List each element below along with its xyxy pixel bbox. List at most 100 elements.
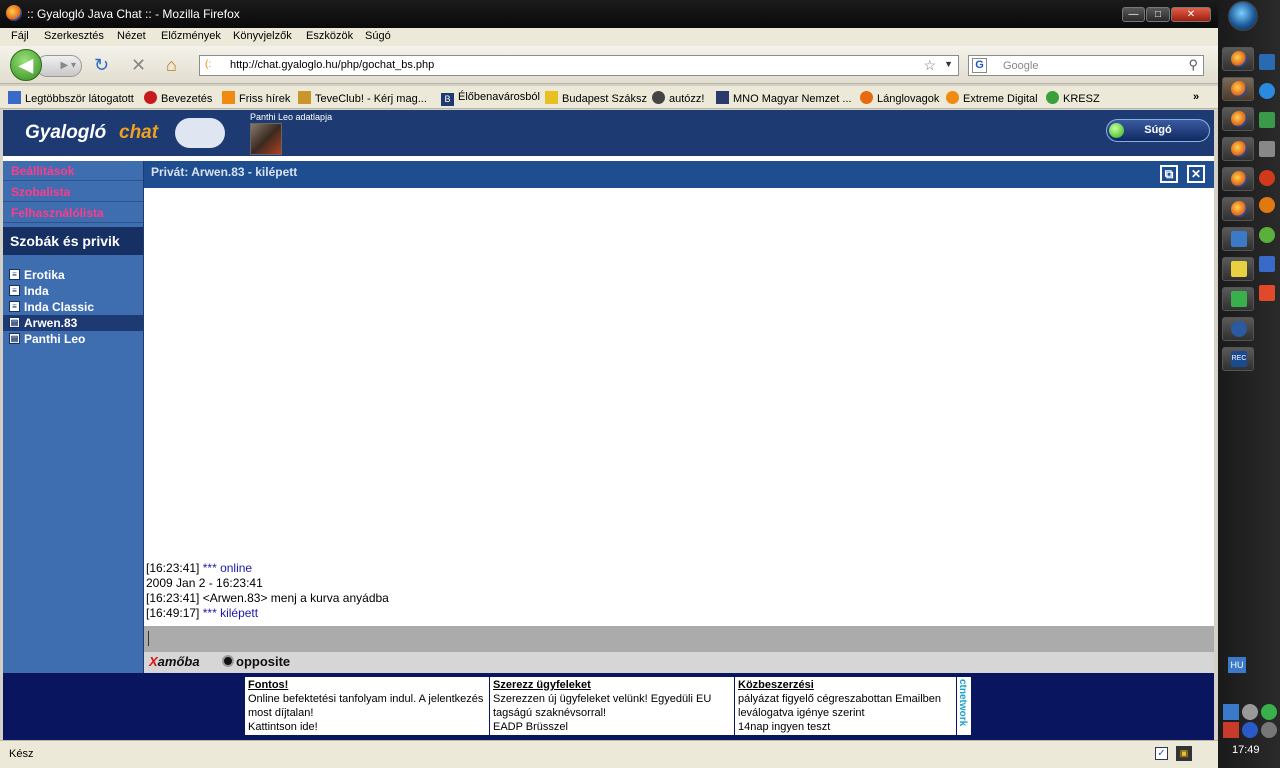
tray-icon[interactable]	[1223, 704, 1239, 720]
taskbar-firefox-window[interactable]	[1222, 47, 1254, 71]
contacts-icon[interactable]	[1259, 112, 1275, 128]
menu-tools[interactable]: Eszközök	[306, 30, 353, 42]
private-item-panthi-leo[interactable]: ▤ Panthi Leo	[3, 331, 143, 347]
network-icon[interactable]	[1242, 722, 1258, 738]
bookmark-item[interactable]: Extreme Digital	[946, 91, 1038, 105]
private-item-arwen83[interactable]: ▤ Arwen.83	[3, 315, 143, 331]
taskbar-firefox-window[interactable]	[1222, 167, 1254, 191]
room-item-inda[interactable]: ≡ Inda	[3, 283, 143, 299]
app-shortcut-icon[interactable]	[1259, 227, 1275, 243]
taskbar-app-window[interactable]	[1222, 317, 1254, 341]
logo-text-accent: chat	[119, 122, 159, 143]
back-button[interactable]: ◀	[10, 49, 42, 81]
opposite-game-link[interactable]: opposite	[222, 654, 290, 669]
site-logo[interactable]: Gyalogló chat	[15, 116, 229, 152]
sidebar-link-roomlist[interactable]: Szobalista	[3, 182, 143, 202]
windows-taskbar: REC HU 17:49	[1218, 0, 1280, 768]
menu-bookmarks[interactable]: Könyvjelzők	[233, 30, 292, 42]
message-list: [16:23:41] *** online 2009 Jan 2 - 16:23…	[146, 561, 1206, 621]
menu-history[interactable]: Előzmények	[161, 30, 221, 42]
message-input[interactable]	[144, 626, 1214, 652]
firefox-shortcut-icon[interactable]	[1259, 197, 1275, 213]
close-chat-icon[interactable]: ✕	[1187, 165, 1205, 183]
volume-icon[interactable]	[1261, 722, 1277, 738]
firefox-icon	[1231, 171, 1247, 187]
rooms-heading: Szobák és privik	[3, 227, 143, 255]
bookmark-item[interactable]: B Élőbenavárosból	[441, 91, 540, 106]
sidebar-link-settings[interactable]: Beállítások	[3, 161, 143, 181]
home-icon[interactable]: ⌂	[166, 56, 177, 74]
google-engine-icon[interactable]: G	[972, 58, 987, 73]
restore-window-icon[interactable]: ⧉	[1160, 165, 1178, 183]
profile-avatar[interactable]	[250, 123, 282, 155]
checkbox-status-icon[interactable]: ✓	[1155, 747, 1168, 760]
drive-icon[interactable]	[1259, 141, 1275, 157]
bookmark-item[interactable]: KRESZ	[1046, 91, 1100, 105]
chat-title: Privát: Arwen.83 - kilépett	[151, 165, 298, 179]
show-desktop-icon[interactable]	[1259, 54, 1275, 70]
amoba-game-link[interactable]: Xamőba	[149, 654, 200, 669]
addon-status-icon[interactable]: ▣	[1176, 746, 1192, 761]
bookmark-item[interactable]: Lánglovagok	[860, 91, 939, 105]
ad-network-label[interactable]: ctnetwork	[957, 677, 971, 735]
sidebar-link-userlist[interactable]: Felhasználólista	[3, 203, 143, 223]
bookmark-item[interactable]: autózz!	[652, 91, 704, 105]
search-shortcut-icon[interactable]	[1259, 256, 1275, 272]
rss-icon	[222, 91, 235, 104]
menu-help[interactable]: Súgó	[365, 30, 391, 42]
private-chat-icon: ▤	[9, 317, 20, 328]
room-item-inda-classic[interactable]: ≡ Inda Classic	[3, 299, 143, 315]
bookmark-item[interactable]: Friss hírek	[222, 91, 290, 105]
bookmark-item[interactable]: Legtöbbször látogatott	[8, 91, 134, 105]
media-player-icon	[1231, 321, 1247, 337]
taskbar-firefox-window[interactable]	[1222, 107, 1254, 131]
app-shortcut-icon[interactable]	[1259, 285, 1275, 301]
room-icon: ≡	[9, 301, 20, 312]
profile-label[interactable]: Panthi Leo adatlapja	[250, 112, 332, 122]
forward-button[interactable]: ▶ ▾	[36, 55, 82, 77]
bookmark-icon	[8, 91, 21, 104]
shield-icon[interactable]	[1223, 722, 1239, 738]
taskbar-app-window[interactable]	[1222, 287, 1254, 311]
url-bar[interactable]: (: http://chat.gyaloglo.hu/php/gochat_bs…	[199, 55, 959, 76]
help-button[interactable]: Súgó	[1106, 119, 1210, 142]
language-indicator[interactable]: HU	[1228, 657, 1246, 673]
site-favicon-icon: (:	[205, 59, 212, 70]
internet-explorer-icon[interactable]	[1259, 83, 1275, 99]
app-shortcut-icon[interactable]	[1259, 170, 1275, 186]
stop-icon[interactable]: ✕	[131, 56, 146, 74]
url-dropdown-icon[interactable]: ▼	[944, 59, 953, 69]
close-button[interactable]: ✕	[1171, 7, 1211, 22]
bookmark-item[interactable]: MNO Magyar Nemzet ...	[716, 91, 852, 105]
taskbar-firefox-window[interactable]	[1222, 197, 1254, 221]
reload-icon[interactable]: ↻	[94, 56, 109, 74]
ad-box[interactable]: Fontos! Online befektetési tanfolyam indu…	[245, 677, 490, 735]
search-icon[interactable]: ⚲	[1188, 57, 1198, 73]
bookmark-star-icon[interactable]: ☆	[923, 57, 936, 74]
taskbar-app-window[interactable]	[1222, 227, 1254, 251]
bookmark-item[interactable]: Bevezetés	[144, 91, 212, 105]
menu-file[interactable]: Fájl	[11, 30, 29, 42]
ad-box[interactable]: Szerezz ügyfeleket Szerezzen új ügyfeleke…	[490, 677, 735, 735]
taskbar-app-window[interactable]	[1222, 257, 1254, 281]
ad-box[interactable]: Közbeszerzési pályázat figyelő cégreszabo…	[735, 677, 957, 735]
tray-icon[interactable]	[1242, 704, 1258, 720]
bookmark-icon	[946, 91, 959, 104]
bookmark-item[interactable]: TeveClub! - Kérj mag...	[298, 91, 427, 105]
start-button[interactable]	[1228, 1, 1258, 31]
bookmark-icon	[716, 91, 729, 104]
taskbar-app-window[interactable]: REC	[1222, 347, 1254, 371]
taskbar-firefox-window-active[interactable]	[1222, 77, 1254, 101]
taskbar-firefox-window[interactable]	[1222, 137, 1254, 161]
clock[interactable]: 17:49	[1232, 744, 1260, 756]
menu-view[interactable]: Nézet	[117, 30, 146, 42]
tray-icon[interactable]	[1261, 704, 1277, 720]
menu-edit[interactable]: Szerkesztés	[44, 30, 104, 42]
minimize-button[interactable]: —	[1122, 7, 1145, 22]
room-item-erotika[interactable]: ≡ Erotika	[3, 267, 143, 283]
bookmarks-overflow-button[interactable]: »	[1193, 91, 1199, 103]
search-bar[interactable]: G Google ⚲	[968, 55, 1204, 76]
maximize-button[interactable]: □	[1146, 7, 1170, 22]
status-text: Kész	[9, 748, 34, 760]
bookmark-item[interactable]: Budapest Száksz	[545, 91, 647, 105]
